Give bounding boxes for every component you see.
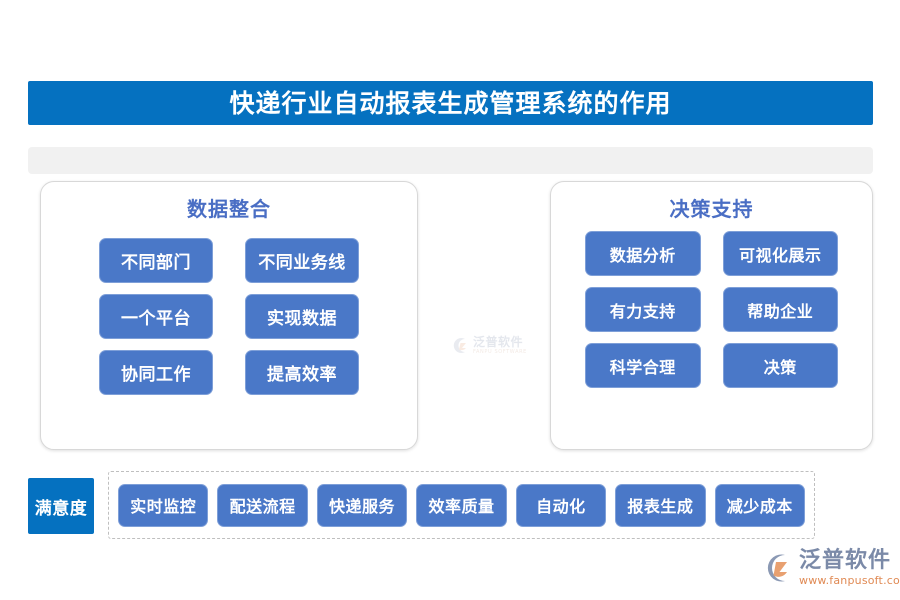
brand-logo-text: 泛普软件 www.fanpusoft.com: [799, 548, 900, 587]
panel-data-integration: 数据整合 不同部门 不同业务线 一个平台 实现数据 协同工作 提高效率: [40, 181, 418, 450]
page-title-bar: 快递行业自动报表生成管理系统的作用: [28, 81, 873, 125]
panel-item[interactable]: 提高效率: [245, 350, 359, 395]
panel-heading-data-integration: 数据整合: [187, 197, 271, 221]
brand-name: 泛普软件: [799, 548, 892, 573]
bottom-chip[interactable]: 自动化: [515, 483, 607, 527]
panel-item[interactable]: 科学合理: [585, 343, 701, 388]
panel-item[interactable]: 不同部门: [99, 238, 213, 283]
fanpu-logo-icon: [452, 337, 469, 354]
panel-item-grid-right: 数据分析 可视化展示 有力支持 帮助企业 科学合理 决策: [585, 231, 838, 388]
panel-item[interactable]: 可视化展示: [722, 231, 838, 276]
watermark-brand-cn: 泛普软件: [473, 335, 524, 349]
panel-heading-decision-support: 决策支持: [669, 197, 754, 221]
bottom-chip[interactable]: 报表生成: [615, 483, 706, 527]
satisfaction-badge: 满意度: [28, 478, 94, 534]
panel-item[interactable]: 有力支持: [585, 287, 701, 332]
watermark-text: 泛普软件 FANPU SOFTWARE: [473, 336, 527, 355]
fanpu-logo-icon: [760, 553, 794, 583]
slide-canvas: 快递行业自动报表生成管理系统的作用 数据整合 不同部门 不同业务线 一个平台 实…: [0, 0, 900, 600]
bottom-chip-strip: 实时监控 配送流程 快递服务 效率质量 自动化 报表生成 减少成本: [108, 471, 815, 539]
panel-item[interactable]: 不同业务线: [245, 238, 359, 283]
panel-item[interactable]: 帮助企业: [722, 287, 838, 332]
panel-item[interactable]: 决策: [722, 343, 838, 388]
panel-item[interactable]: 数据分析: [585, 231, 701, 276]
bottom-chip[interactable]: 效率质量: [416, 483, 507, 527]
panel-item[interactable]: 协同工作: [99, 350, 213, 395]
brand-url: www.fanpusoft.com: [799, 574, 900, 587]
brand-logo: 泛普软件 www.fanpusoft.com: [760, 550, 900, 586]
watermark-brand-en: FANPU SOFTWARE: [473, 349, 527, 355]
panel-decision-support: 决策支持 数据分析 可视化展示 有力支持 帮助企业 科学合理 决策: [550, 181, 873, 450]
bottom-chip[interactable]: 配送流程: [217, 483, 308, 527]
panel-item-grid-left: 不同部门 不同业务线 一个平台 实现数据 协同工作 提高效率: [99, 238, 359, 395]
bottom-chip[interactable]: 实时监控: [118, 483, 209, 527]
panel-item[interactable]: 实现数据: [245, 294, 359, 339]
bottom-chip[interactable]: 减少成本: [714, 483, 805, 527]
bottom-chip[interactable]: 快递服务: [316, 483, 408, 527]
page-title: 快递行业自动报表生成管理系统的作用: [229, 88, 672, 118]
subtitle-bar: [28, 147, 873, 174]
panel-item[interactable]: 一个平台: [99, 294, 213, 339]
center-watermark: 泛普软件 FANPU SOFTWARE: [452, 336, 527, 355]
